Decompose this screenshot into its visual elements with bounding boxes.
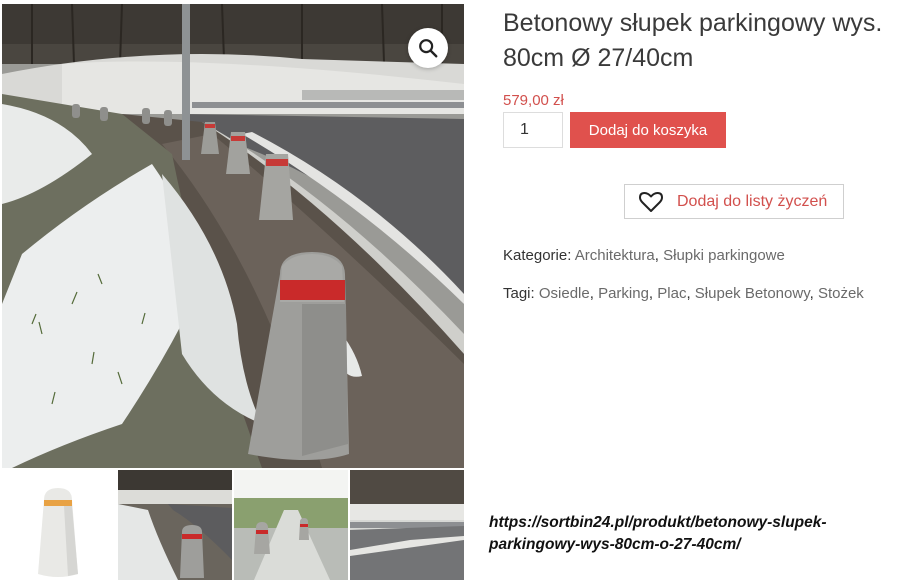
thumbnail-4[interactable] (350, 470, 464, 580)
product-tags: Tagi: Osiedle, Parking, Plac, Słupek Bet… (503, 285, 864, 302)
tag-link-slupek-betonowy[interactable]: Słupek Betonowy (695, 285, 810, 302)
magnifier-icon (419, 39, 438, 58)
thumbnail-1[interactable] (2, 470, 116, 580)
thumbnail-3[interactable] (234, 470, 348, 580)
heart-icon (639, 191, 663, 212)
main-product-image[interactable] (2, 4, 464, 468)
white-bollard-thumbnail (2, 470, 116, 580)
bollards-roadside-photo (2, 4, 464, 468)
tag-link-stozek[interactable]: Stożek (818, 285, 864, 302)
tag-link-plac[interactable]: Plac (657, 285, 686, 302)
source-url-caption: https://sortbin24.pl/produkt/betonowy-sl… (489, 514, 827, 553)
add-to-cart-button[interactable]: Dodaj do koszyka (570, 112, 726, 148)
thumbnail-gallery (2, 470, 464, 580)
quantity-input[interactable] (503, 112, 563, 148)
wishlist-label: Dodaj do listy życzeń (677, 192, 828, 210)
tag-link-parking[interactable]: Parking (598, 285, 649, 302)
category-link-architektura[interactable]: Architektura (575, 247, 655, 264)
road-guardrail-thumbnail (350, 470, 464, 580)
thumbnail-2[interactable] (118, 470, 232, 580)
product-title: Betonowy słupek parkingowy wys. 80cm Ø 2… (503, 9, 883, 72)
tags-label: Tagi: (503, 285, 535, 302)
roadside-bollards-thumbnail (118, 470, 232, 580)
product-price: 579,00 zł (503, 92, 564, 109)
tag-link-osiedle[interactable]: Osiedle (539, 285, 590, 302)
categories-label: Kategorie: (503, 247, 572, 264)
path-bollards-thumbnail (234, 470, 348, 580)
product-categories: Kategorie: Architektura, Słupki parkingo… (503, 247, 785, 264)
add-to-wishlist-button[interactable]: Dodaj do listy życzeń (624, 184, 844, 219)
zoom-button[interactable] (408, 28, 448, 68)
category-link-slupki-parkingowe[interactable]: Słupki parkingowe (663, 247, 785, 264)
